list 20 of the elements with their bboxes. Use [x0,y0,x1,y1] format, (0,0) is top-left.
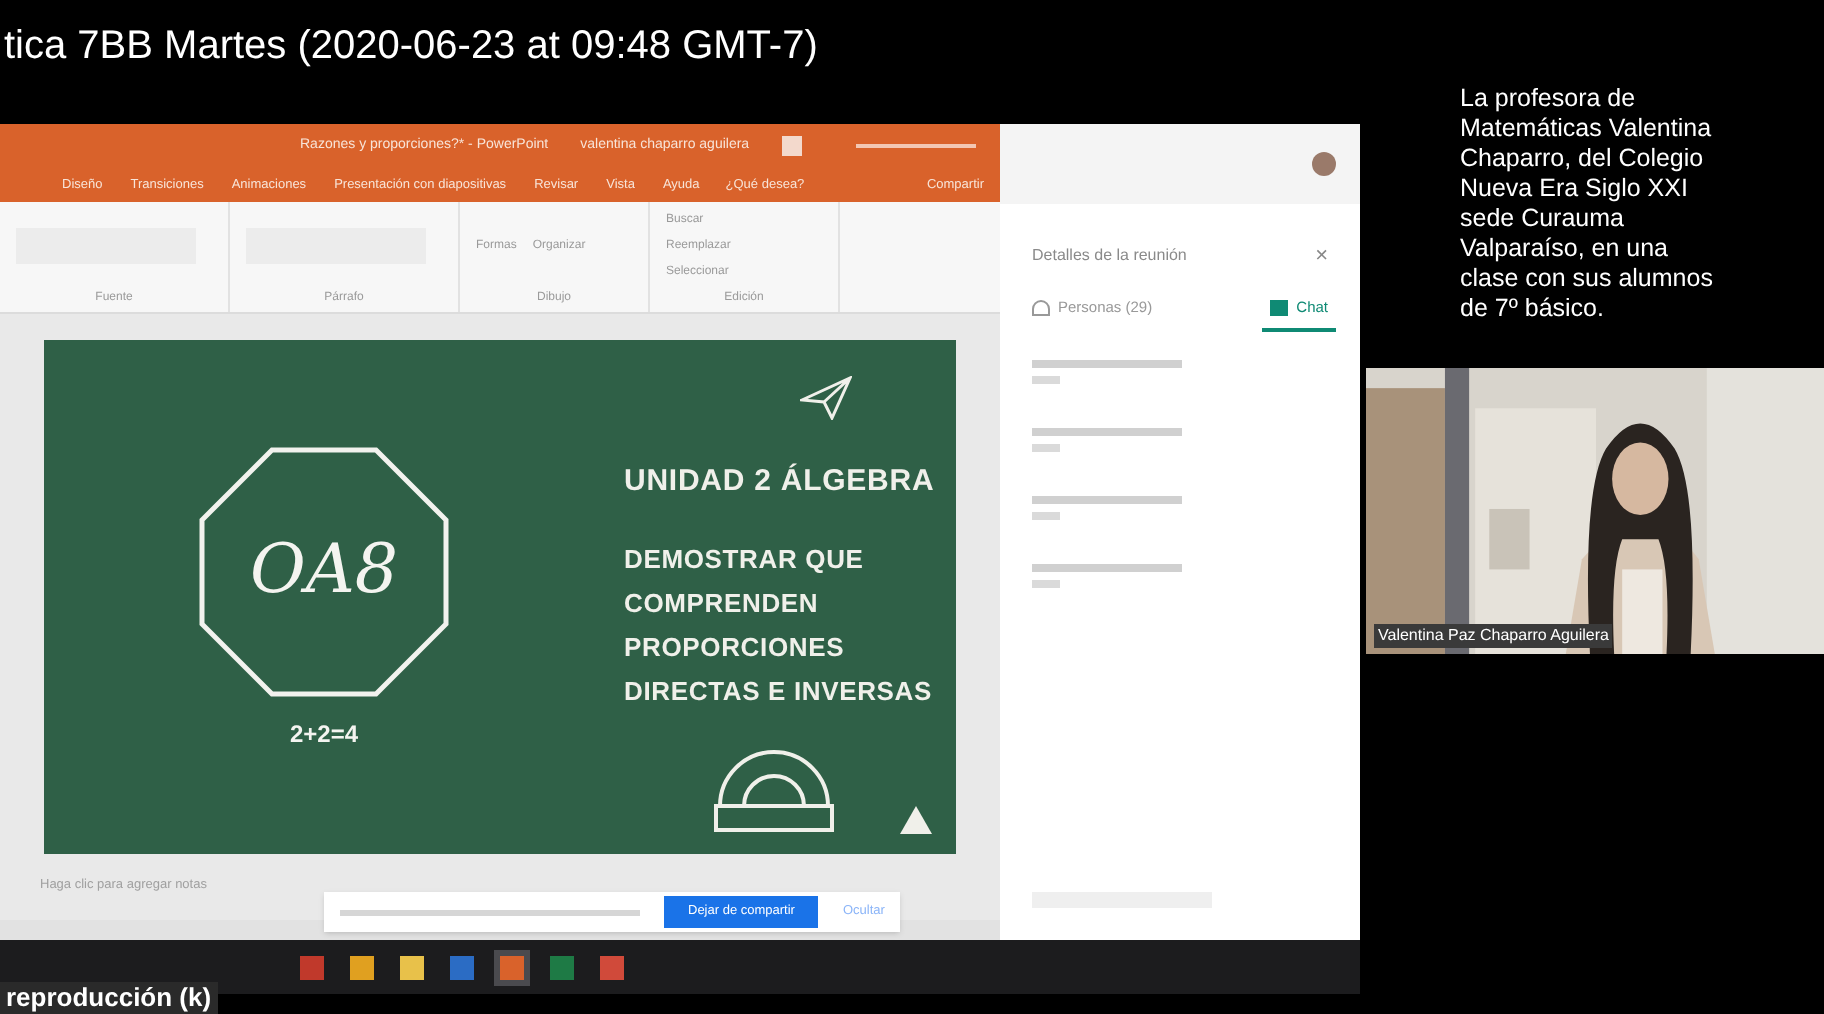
user-avatar-icon [781,136,802,156]
profile-avatar-icon [1312,152,1336,176]
slide-text-line: COMPRENDEN [624,585,821,622]
taskbar-app-icon[interactable] [350,955,374,979]
news-caption: La profesora de Matemáticas Valentina Chaparro, del Colegio Nueva Era Siglo XXI sede Curauma Valparaíso, en una clase con sus alumnos de 7º básico. [1460,84,1715,324]
participant-name: Valentina Paz Chaparro Aguilera [1374,624,1613,648]
slide-text-line: PROPORCIONES [624,629,847,666]
panel-title: Detalles de la reunión [1032,244,1187,268]
badge-label: OA8 [249,528,399,614]
slide-heading: UNIDAD 2 ÁLGEBRA [624,461,935,503]
close-button[interactable]: × [1315,245,1328,267]
paper-plane-icon [800,376,852,420]
slide-formula: 2+2=4 [289,717,359,751]
player-hint: reproducción (k) [0,982,218,1014]
protractor-ruler-icon [712,746,836,834]
recording-title: tica 7BB Martes (2020-06-23 at 09:48 GMT-7) [4,22,818,72]
triangle-icon [900,806,932,834]
slide-text-line: DEMOSTRAR QUE [624,541,866,578]
taskbar-app-icon[interactable] [400,955,424,979]
slide-text-line: DIRECTAS E INVERSAS [624,673,935,710]
